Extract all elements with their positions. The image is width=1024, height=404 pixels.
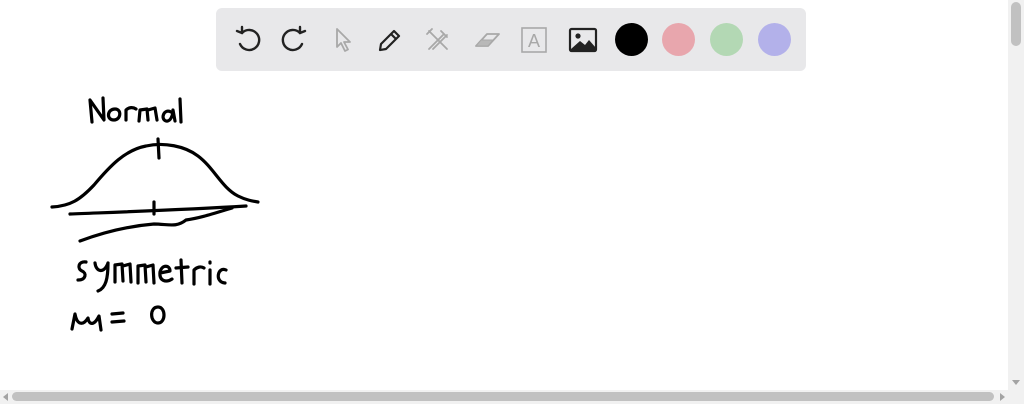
undo-button[interactable] (232, 24, 264, 56)
pen-icon (378, 29, 401, 52)
scroll-left-icon[interactable] (3, 393, 8, 401)
tools-button[interactable] (422, 24, 454, 56)
scroll-right-icon[interactable] (1000, 393, 1005, 401)
eraser-button[interactable] (471, 24, 503, 56)
text-box-icon: A (521, 27, 547, 53)
text-tool-glyph: A (528, 31, 540, 51)
color-swatch-green[interactable] (710, 23, 743, 56)
drawing-canvas[interactable] (0, 80, 1008, 390)
vertical-scroll-thumb[interactable] (1011, 2, 1021, 46)
color-swatch-black[interactable] (615, 23, 648, 56)
image-icon (568, 27, 598, 53)
redo-icon (281, 25, 307, 52)
undo-icon (235, 25, 261, 52)
scroll-down-icon[interactable] (1012, 380, 1020, 385)
drawing-toolbar: A (216, 8, 806, 71)
vertical-scrollbar[interactable] (1008, 0, 1024, 390)
select-pointer-icon (336, 28, 351, 52)
select-button[interactable] (327, 24, 359, 56)
note-symmetric (76, 258, 228, 293)
color-swatch-red[interactable] (662, 23, 695, 56)
tools-icon (426, 28, 448, 50)
handwritten-sketch (50, 96, 260, 332)
redo-button[interactable] (278, 24, 310, 56)
color-swatch-purple[interactable] (758, 23, 791, 56)
note-normal (88, 96, 183, 124)
horizontal-scrollbar[interactable] (0, 390, 1024, 404)
text-tool-button[interactable]: A (518, 24, 550, 56)
eraser-icon (474, 33, 500, 47)
horizontal-scroll-thumb[interactable] (12, 392, 994, 401)
note-mu-equals-zero (70, 305, 166, 332)
insert-image-button[interactable] (567, 24, 599, 56)
pen-button[interactable] (374, 24, 406, 56)
bell-curve (50, 137, 260, 243)
